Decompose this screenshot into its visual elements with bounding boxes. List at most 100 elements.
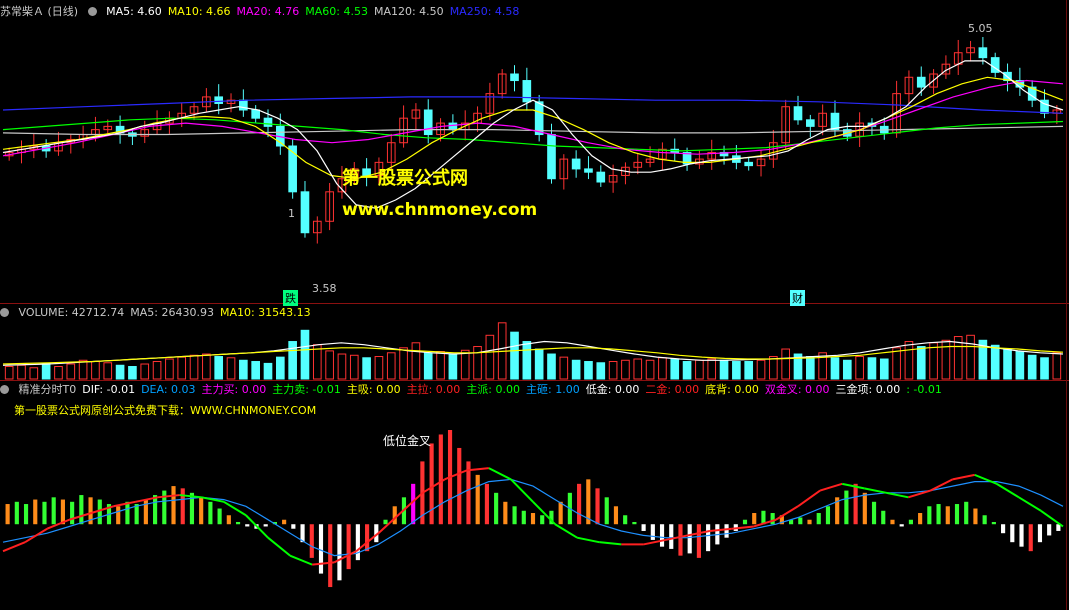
header_price-item-0: MA5: 4.60 [106, 5, 162, 18]
indicator-bar [604, 497, 609, 525]
indicator-bar [853, 483, 858, 525]
dif-line-segment [599, 541, 622, 546]
volume-ma5-line [2, 340, 1064, 366]
dif-line-segment [1040, 509, 1064, 528]
header_volume-item-2: MA10: 31543.13 [219, 306, 311, 319]
volume-bar [695, 359, 704, 380]
volume-bar [1003, 348, 1012, 380]
volume-bar [91, 361, 100, 380]
price-header: 苏常柴Ａ (日线) MA5: 4.60 MA10: 4.66 MA20: 4.76 M… [0, 3, 531, 21]
indicator-bar [844, 490, 849, 525]
candle-body [263, 117, 273, 127]
small-marker: 1 [288, 207, 295, 220]
settings-circle-icon[interactable] [87, 7, 97, 16]
dif-line-segment [886, 491, 909, 499]
indicator-bar [521, 510, 526, 525]
volume-bar [806, 356, 815, 380]
indicator-bar [954, 504, 960, 525]
volume-bar [904, 341, 914, 380]
volume-bar [658, 357, 667, 380]
indicator-bar [964, 501, 969, 525]
indicator-bar [235, 521, 241, 525]
volume-bar [66, 363, 76, 380]
indicator-bar [180, 488, 185, 525]
indicator-bar [153, 495, 158, 525]
download-link[interactable]: 第一股票公式网原创公式免费下载：WWW.CHNMONEY.COM [14, 402, 316, 418]
indicator-bar [936, 504, 941, 525]
dif-line-segment [289, 554, 313, 566]
indicator-bar [678, 524, 683, 556]
volume-bar [719, 359, 729, 380]
indicator-bar [908, 519, 913, 525]
dif-line-segment [267, 536, 291, 557]
dif-line-segment [223, 500, 247, 517]
high-price-label: 5.05 [968, 22, 993, 35]
indicator-bar [982, 515, 987, 525]
settings-circle-icon[interactable] [0, 385, 9, 394]
header_indicator-item-4: 主力卖: -0.01 [272, 383, 341, 396]
dif-line-segment [377, 512, 402, 534]
candle-body [510, 73, 519, 82]
indicator-bar [346, 524, 351, 570]
candle-body [300, 191, 310, 234]
indicator-bar [613, 506, 619, 525]
volume-bar [436, 351, 445, 380]
volume-bar [41, 362, 51, 380]
volume-bar [1052, 352, 1062, 380]
indicator-bar [595, 488, 600, 525]
volume-bar [559, 356, 569, 380]
indicator-bar [143, 499, 148, 525]
indicator-bar [245, 524, 250, 527]
indicator-bar [890, 519, 895, 525]
cai-marker: 财 [790, 290, 805, 306]
volume-bar [214, 356, 224, 380]
volume-bar [165, 358, 174, 380]
volume-bar [842, 359, 852, 380]
volume-bar [756, 359, 766, 380]
volume-bar [830, 357, 840, 380]
volume-bar [362, 357, 371, 380]
volume-bar [251, 361, 260, 380]
volume-bar [349, 354, 359, 380]
indicator-bar [1037, 524, 1043, 543]
volume-bar [929, 342, 938, 380]
stock-title[interactable]: 苏常柴Ａ (日线) [0, 5, 78, 18]
header_indicator-item-1: DIF: -0.01 [82, 383, 136, 396]
volume-bar [510, 331, 519, 380]
indicator-bar [918, 513, 923, 525]
volume-bar [682, 361, 692, 380]
header_price-item-5: MA250: 4.58 [449, 5, 520, 18]
candle-body [448, 122, 458, 131]
volume-bar [140, 363, 150, 380]
volume-bar [892, 347, 901, 380]
indicator-bar [392, 506, 397, 525]
dif-line-segment [974, 473, 998, 485]
indicator-bar [60, 499, 65, 525]
volume-bar [374, 356, 384, 380]
indicator-bar [816, 513, 821, 525]
volume-bar [115, 364, 125, 380]
indicator-bar [752, 513, 757, 525]
volume-bar [337, 353, 347, 380]
candle-body [547, 134, 556, 180]
header_indicator-item-7: 主派: 0.00 [466, 383, 521, 396]
indicator-bar [558, 501, 563, 525]
header_volume-item-0: VOLUME: 42712.74 [18, 306, 125, 319]
volume-bar [547, 353, 556, 380]
indicator-bar [641, 524, 646, 531]
settings-circle-icon[interactable] [0, 308, 9, 317]
indicator-bar [862, 492, 867, 525]
indicator-bar [70, 501, 75, 525]
header_indicator-item-6: 主拉: 0.00 [406, 383, 461, 396]
indicator-bar [337, 524, 342, 581]
indicator-bar [365, 524, 370, 552]
indicator-bar [208, 501, 213, 525]
indicator-bar [457, 447, 462, 525]
dif-line-segment [864, 487, 887, 494]
watermark-url: www.chnmoney.com [342, 200, 538, 220]
header_indicator-item-8: 主砸: 1.00 [526, 383, 580, 396]
volume-bar [522, 341, 532, 380]
indicator-bar [1001, 524, 1006, 534]
indicator-bar [51, 497, 56, 525]
candle-body [916, 76, 926, 88]
